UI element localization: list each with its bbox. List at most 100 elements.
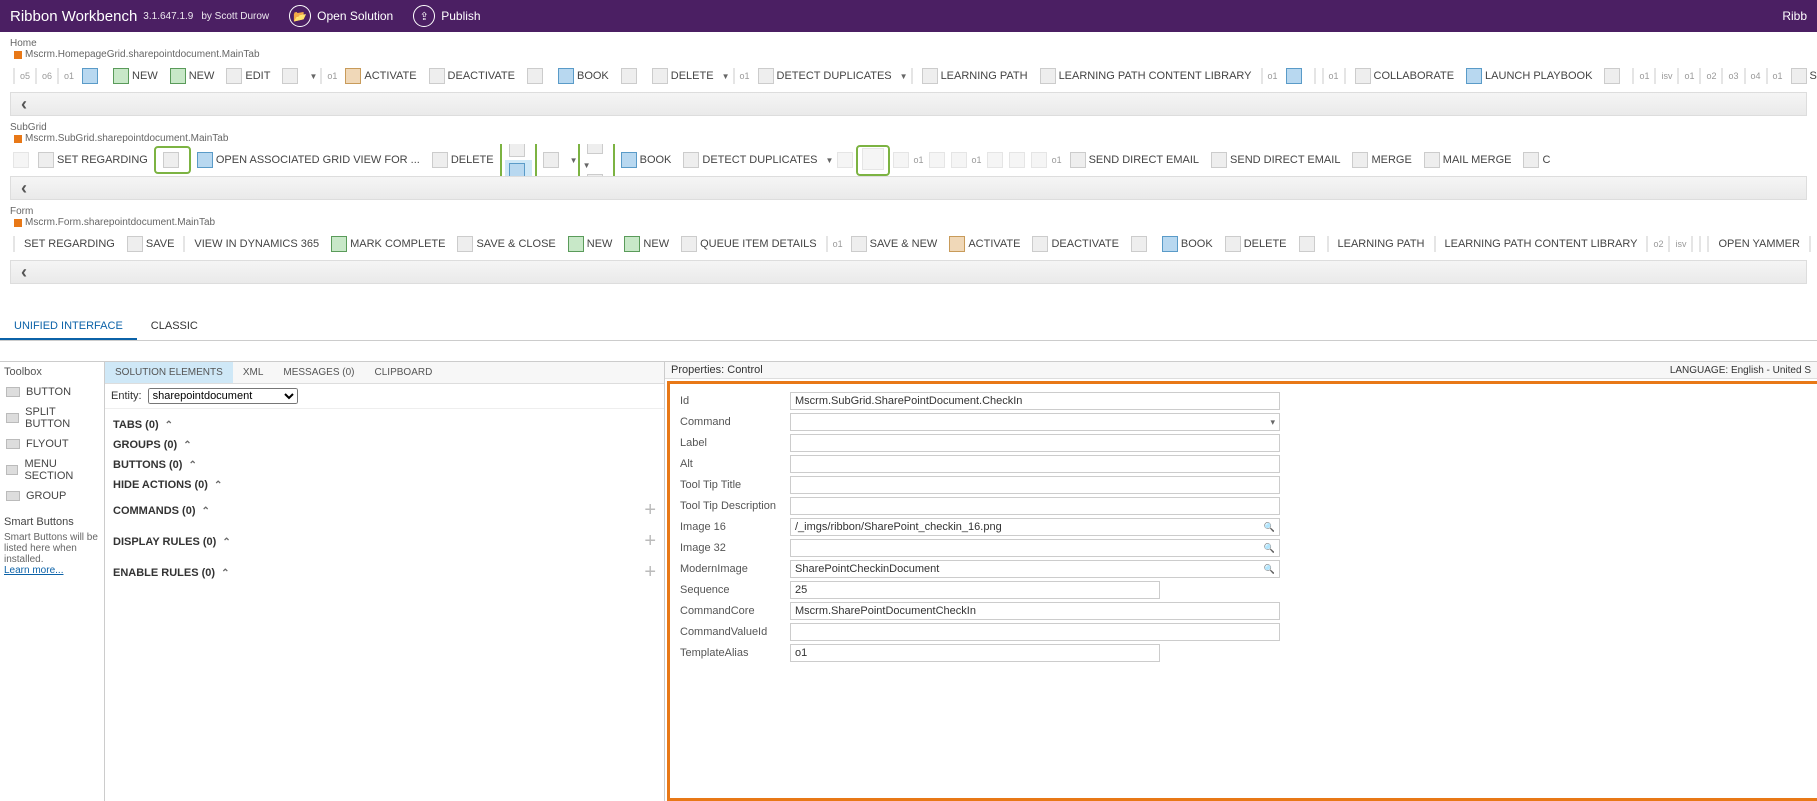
slot[interactable] (1677, 68, 1679, 84)
scroll-left-button[interactable] (10, 176, 1807, 200)
tab-classic[interactable]: CLASSIC (137, 314, 212, 340)
assign-button[interactable] (617, 65, 644, 87)
queue-button[interactable]: QUEUE ITEM DETAILS (677, 233, 821, 255)
acc-display-rules[interactable]: DISPLAY RULES (0)⌃+ (113, 526, 656, 557)
slot[interactable] (57, 68, 59, 84)
dropdown-icon[interactable]: ▼ (826, 156, 834, 165)
tab-messages[interactable]: MESSAGES (0) (273, 362, 364, 383)
acc-buttons[interactable]: BUTTONS (0)⌃ (113, 455, 656, 475)
acc-commands[interactable]: COMMANDS (0)⌃+ (113, 495, 656, 526)
new-button-2[interactable]: NEW (620, 233, 673, 255)
dropdown-icon[interactable]: ▼ (722, 72, 730, 81)
slot[interactable] (1009, 152, 1025, 168)
prop-image32-input[interactable] (790, 539, 1280, 557)
slot[interactable] (951, 152, 967, 168)
prop-id-input[interactable]: Mscrm.SubGrid.SharePointDocument.CheckIn (790, 392, 1280, 410)
toolbox-item-button[interactable]: BUTTON (4, 382, 100, 402)
slot[interactable] (826, 236, 828, 252)
dropdown-icon[interactable]: ▼ (583, 161, 591, 170)
prop-commandcore-input[interactable]: Mscrm.SharePointDocumentCheckIn (790, 602, 1280, 620)
slot[interactable] (893, 152, 909, 168)
open-solution-button[interactable]: 📂 Open Solution (289, 5, 393, 27)
entity-select[interactable]: sharepointdocument (148, 388, 298, 404)
learn-more-link[interactable]: Learn more... (4, 565, 100, 576)
slot[interactable] (1699, 68, 1701, 84)
dropdown-icon[interactable]: ▼ (309, 72, 317, 81)
save-button[interactable]: SAVE (123, 233, 179, 255)
language-value[interactable]: English - United S (1731, 365, 1811, 376)
prop-commandvalueid-input[interactable] (790, 623, 1280, 641)
slot[interactable] (862, 148, 884, 170)
delete-button[interactable]: DELETE (1221, 233, 1291, 255)
toolbox-item-split-button[interactable]: SPLIT BUTTON (4, 402, 100, 434)
acc-groups[interactable]: GROUPS (0)⌃ (113, 435, 656, 455)
set-regarding-button[interactable]: SET REGARDING (20, 233, 119, 255)
open-associated-button[interactable]: OPEN ASSOCIATED GRID VIEW FOR ... (193, 149, 424, 171)
share-button[interactable] (1127, 233, 1154, 255)
slot[interactable] (837, 152, 853, 168)
learning-lib-button[interactable]: LEARNING PATH CONTENT LIBRARY (1441, 233, 1642, 255)
delete-button[interactable]: DELETE (428, 149, 498, 171)
book-button[interactable]: BOOK (617, 149, 676, 171)
activate-button[interactable]: ACTIVATE (945, 233, 1024, 255)
toolbox-item-flyout[interactable]: FLYOUT (4, 434, 100, 454)
slot[interactable] (1809, 236, 1811, 252)
prop-command-select[interactable] (790, 413, 1280, 431)
open-yammer-button[interactable]: OPEN YAMMER (1714, 233, 1804, 255)
send-direct-email-button-2[interactable]: SEND DIRECT EMAIL (1207, 149, 1344, 171)
slot[interactable] (1344, 68, 1346, 84)
scroll-left-button[interactable] (10, 92, 1807, 116)
deactivate-button[interactable]: DEACTIVATE (1028, 233, 1122, 255)
dropdown-icon[interactable]: ▼ (900, 72, 908, 81)
word-button[interactable] (1282, 65, 1309, 87)
toolbox-item-group[interactable]: GROUP (4, 486, 100, 506)
more-button[interactable]: C (1519, 149, 1554, 171)
slot[interactable] (320, 68, 322, 84)
send-email-button[interactable]: SEND DI (1787, 65, 1817, 87)
deactivate-button[interactable]: DEACTIVATE (425, 65, 519, 87)
merge-button[interactable]: MERGE (1348, 149, 1415, 171)
tab-xml[interactable]: XML (233, 362, 274, 383)
edit-button[interactable] (159, 149, 186, 171)
grid-button[interactable] (278, 65, 305, 87)
prop-tooltip-desc-input[interactable] (790, 497, 1280, 515)
slot[interactable] (929, 152, 945, 168)
mark-complete-button[interactable]: MARK COMPLETE (327, 233, 449, 255)
new-button[interactable]: NEW (564, 233, 617, 255)
slot[interactable] (1699, 236, 1701, 252)
prop-image16-input[interactable]: /_imgs/ribbon/SharePoint_checkin_16.png (790, 518, 1280, 536)
new-button-2[interactable]: NEW (166, 65, 219, 87)
slot[interactable] (183, 236, 185, 252)
learning-path-button[interactable]: LEARNING PATH (1334, 233, 1429, 255)
scroll-left-button[interactable] (10, 260, 1807, 284)
slot[interactable] (1261, 68, 1263, 84)
dropdown-icon[interactable]: ▼ (570, 156, 578, 165)
learning-lib-button[interactable]: LEARNING PATH CONTENT LIBRARY (1036, 65, 1256, 87)
add-command-button[interactable]: + (644, 499, 656, 522)
tab-unified-interface[interactable]: UNIFIED INTERFACE (0, 314, 137, 340)
acc-hide-actions[interactable]: HIDE ACTIONS (0)⌃ (113, 475, 656, 495)
prop-label-input[interactable] (790, 434, 1280, 452)
edit-button[interactable]: EDIT (222, 65, 274, 87)
delete-button[interactable]: DELETE (648, 65, 718, 87)
slot[interactable] (1766, 68, 1768, 84)
view-d365-button[interactable]: VIEW IN DYNAMICS 365 (190, 233, 323, 255)
learning-path-button[interactable]: LEARNING PATH (918, 65, 1032, 87)
slot[interactable] (1721, 68, 1723, 84)
save-new-button[interactable]: SAVE & NEW (847, 233, 942, 255)
slot[interactable] (1434, 236, 1436, 252)
folder-button[interactable] (583, 171, 610, 176)
playbook-button[interactable]: LAUNCH PLAYBOOK (1462, 65, 1596, 87)
slot[interactable] (1668, 236, 1670, 252)
slot[interactable] (1314, 68, 1316, 84)
add-enable-rule-button[interactable]: + (644, 561, 656, 584)
checkout-button[interactable] (505, 144, 532, 160)
slot[interactable] (1031, 152, 1047, 168)
slot[interactable] (1322, 68, 1324, 84)
checkin-button[interactable] (505, 160, 532, 176)
acc-tabs[interactable]: TABS (0)⌃ (113, 415, 656, 435)
detect-duplicates-button[interactable]: DETECT DUPLICATES (679, 149, 821, 171)
slot[interactable] (911, 68, 913, 84)
slot[interactable] (1327, 236, 1329, 252)
set-regarding-button[interactable]: SET REGARDING (34, 149, 152, 171)
